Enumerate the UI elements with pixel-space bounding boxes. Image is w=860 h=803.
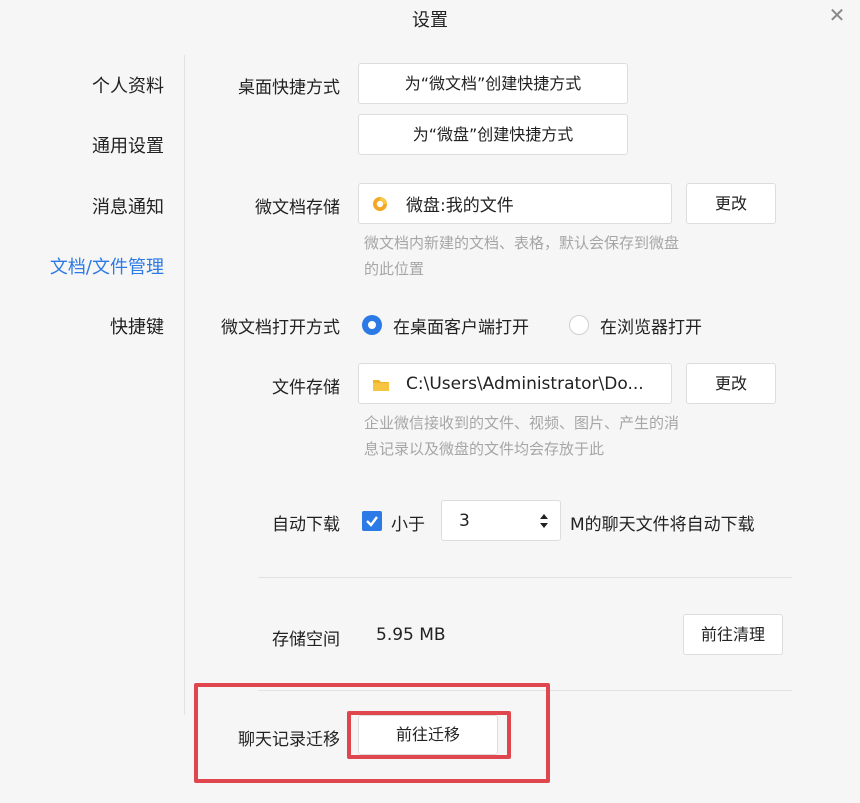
storage-space-value: 5.95 MB xyxy=(376,625,446,645)
checkmark-icon xyxy=(366,516,378,527)
auto-download-value[interactable]: 3 xyxy=(459,511,538,531)
file-storage-field[interactable]: C:\Users\Administrator\Do... xyxy=(358,363,672,404)
folder-icon xyxy=(372,377,390,391)
doc-storage-field[interactable]: 微盘:我的文件 xyxy=(358,183,672,224)
create-doc-shortcut-button[interactable]: 为“微文档”创建快捷方式 xyxy=(358,63,628,104)
open-in-client-label[interactable]: 在桌面客户端打开 xyxy=(393,313,529,338)
highlight-box xyxy=(347,711,511,759)
divider xyxy=(258,577,792,578)
sidebar-divider xyxy=(184,55,185,715)
sidebar-item-notifications[interactable]: 消息通知 xyxy=(4,193,164,219)
file-storage-label: 文件存储 xyxy=(272,378,340,398)
auto-download-suffix: M的聊天文件将自动下载 xyxy=(570,515,755,535)
sidebar-item-shortcuts[interactable]: 快捷键 xyxy=(4,313,164,339)
shortcut-label: 桌面快捷方式 xyxy=(238,78,340,98)
auto-download-prefix: 小于 xyxy=(391,515,425,535)
sidebar-item-files[interactable]: 文档/文件管理 xyxy=(4,253,164,279)
open-mode-label: 微文档打开方式 xyxy=(221,318,340,338)
open-in-browser-label[interactable]: 在浏览器打开 xyxy=(600,313,702,338)
open-in-client-radio[interactable] xyxy=(362,315,382,335)
doc-storage-hint-2: 的此位置 xyxy=(364,260,425,278)
create-disk-shortcut-button[interactable]: 为“微盘”创建快捷方式 xyxy=(358,114,628,155)
stepper-arrows-icon[interactable] xyxy=(538,510,550,532)
sidebar-item-general[interactable]: 通用设置 xyxy=(4,132,164,158)
window-title: 设置 xyxy=(412,10,448,31)
doc-storage-path: 微盘:我的文件 xyxy=(406,196,514,216)
sidebar-item-profile[interactable]: 个人资料 xyxy=(4,72,164,98)
auto-download-stepper[interactable]: 3 xyxy=(441,500,561,541)
file-storage-path: C:\Users\Administrator\Do... xyxy=(406,373,644,394)
auto-download-checkbox[interactable] xyxy=(362,511,382,531)
file-storage-hint-1: 企业微信接收到的文件、视频、图片、产生的消 xyxy=(364,414,680,432)
file-storage-change-button[interactable]: 更改 xyxy=(686,363,776,404)
file-storage-hint-2: 息记录以及微盘的文件均会存放于此 xyxy=(364,440,605,458)
auto-download-label: 自动下载 xyxy=(272,515,340,535)
doc-storage-label: 微文档存储 xyxy=(255,198,340,218)
weipan-icon xyxy=(372,196,388,212)
close-icon[interactable]: ✕ xyxy=(826,4,848,26)
doc-storage-change-button[interactable]: 更改 xyxy=(686,183,776,224)
storage-space-label: 存储空间 xyxy=(272,630,340,650)
open-in-browser-radio[interactable] xyxy=(569,315,589,335)
go-clean-button[interactable]: 前往清理 xyxy=(683,614,783,655)
doc-storage-hint-1: 微文档内新建的文档、表格，默认会保存到微盘 xyxy=(364,234,680,252)
